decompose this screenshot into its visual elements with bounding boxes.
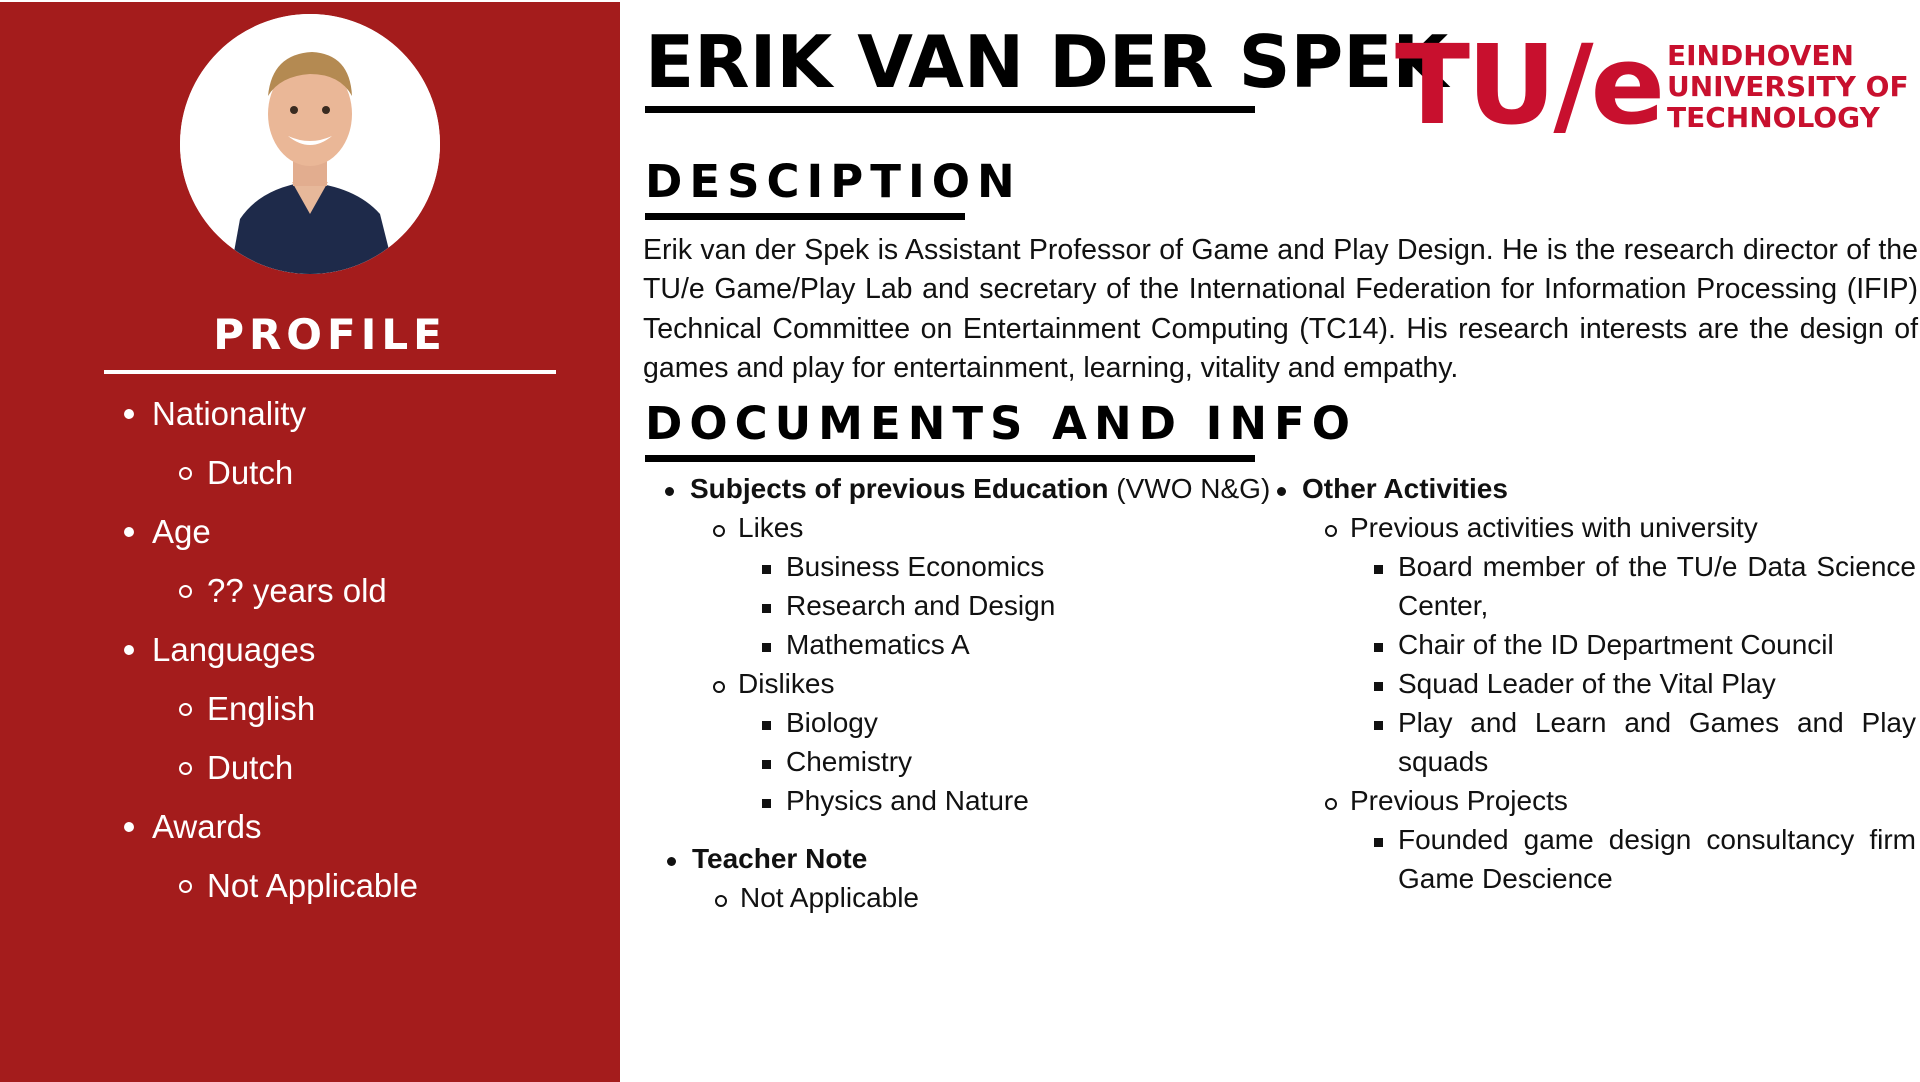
profile-list: Nationality Dutch Age ?? years old Langu…: [0, 384, 620, 915]
education-heading: Subjects of previous Education (VWO N&G): [664, 473, 1271, 505]
university-activity-1-cont: Center,: [1398, 590, 1489, 621]
profile-value-nationality: Dutch: [0, 443, 620, 502]
dislikes-label: Dislikes: [712, 668, 835, 699]
dislikes-item-1: Biology: [762, 707, 878, 738]
education-heading-label: Subjects of previous Education: [690, 473, 1109, 504]
university-logo: TU/e EINDHOVEN UNIVERSITY OF TECHNOLOGY: [1395, 21, 1909, 150]
teacher-note-heading: Teacher Note: [666, 843, 868, 874]
profile-divider: [104, 370, 556, 374]
logo-mark: TU/e: [1395, 21, 1665, 149]
documents-title: DOCUMENTS AND INFO: [645, 397, 1358, 450]
logo-line-3: TECHNOLOGY: [1667, 101, 1880, 134]
person-photo-icon: [180, 14, 440, 274]
profile-sidebar: PROFILE Nationality Dutch Age ?? years o…: [0, 2, 620, 1082]
person-name: ERIK VAN DER SPEK: [645, 20, 1449, 104]
university-activity-3: Squad Leader of the Vital Play: [1374, 668, 1776, 699]
documents-underline: [645, 455, 1255, 462]
teacher-note-value: Not Applicable: [714, 882, 920, 913]
university-activity-2: Chair of the ID Department Council: [1374, 629, 1834, 660]
profile-item-age: Age: [0, 502, 620, 561]
logo-line-1: EINDHOVEN: [1667, 39, 1854, 72]
other-activities-heading: Other Activities: [1277, 473, 1508, 504]
logo-line-2: UNIVERSITY OF: [1667, 70, 1909, 103]
education-heading-suffix: (VWO N&G): [1116, 473, 1271, 504]
name-underline: [645, 106, 1255, 113]
university-activity-1: Board member of the TU/e Data Science: [1374, 551, 1916, 582]
description-underline: [645, 213, 965, 220]
description-title: DESCIPTION: [645, 155, 1022, 208]
profile-value-awards: Not Applicable: [0, 856, 620, 915]
likes-item-2: Research and Design: [761, 590, 1056, 621]
likes-item-1: Business Economics: [761, 551, 1045, 582]
profile-item-nationality: Nationality: [0, 384, 620, 443]
profile-title: PROFILE: [213, 310, 447, 359]
description-text: Erik van der Spek is Assistant Professor…: [643, 234, 1918, 384]
likes-item-3: Mathematics A: [762, 629, 970, 660]
profile-item-languages: Languages: [0, 620, 620, 679]
avatar: [180, 14, 440, 274]
profile-item-awards: Awards: [0, 797, 620, 856]
university-activity-4-cont: squads: [1398, 746, 1489, 777]
dislikes-item-2: Chemistry: [761, 746, 913, 777]
project-item-1-cont: Game Descience: [1398, 863, 1613, 894]
project-item-1: Founded game design consultancy firm: [1374, 824, 1916, 855]
logo-text: EINDHOVEN UNIVERSITY OF TECHNOLOGY: [1667, 40, 1909, 133]
projects-label: Previous Projects: [1325, 785, 1568, 816]
likes-label: Likes: [712, 512, 804, 543]
profile-value-language-1: English: [0, 679, 620, 738]
university-activity-4: Play and Learn and Games and Play: [1374, 707, 1916, 738]
profile-value-age: ?? years old: [0, 561, 620, 620]
profile-value-language-2: Dutch: [0, 738, 620, 797]
dislikes-item-3: Physics and Nature: [762, 785, 1029, 816]
university-activities-label: Previous activities with university: [1325, 512, 1758, 543]
